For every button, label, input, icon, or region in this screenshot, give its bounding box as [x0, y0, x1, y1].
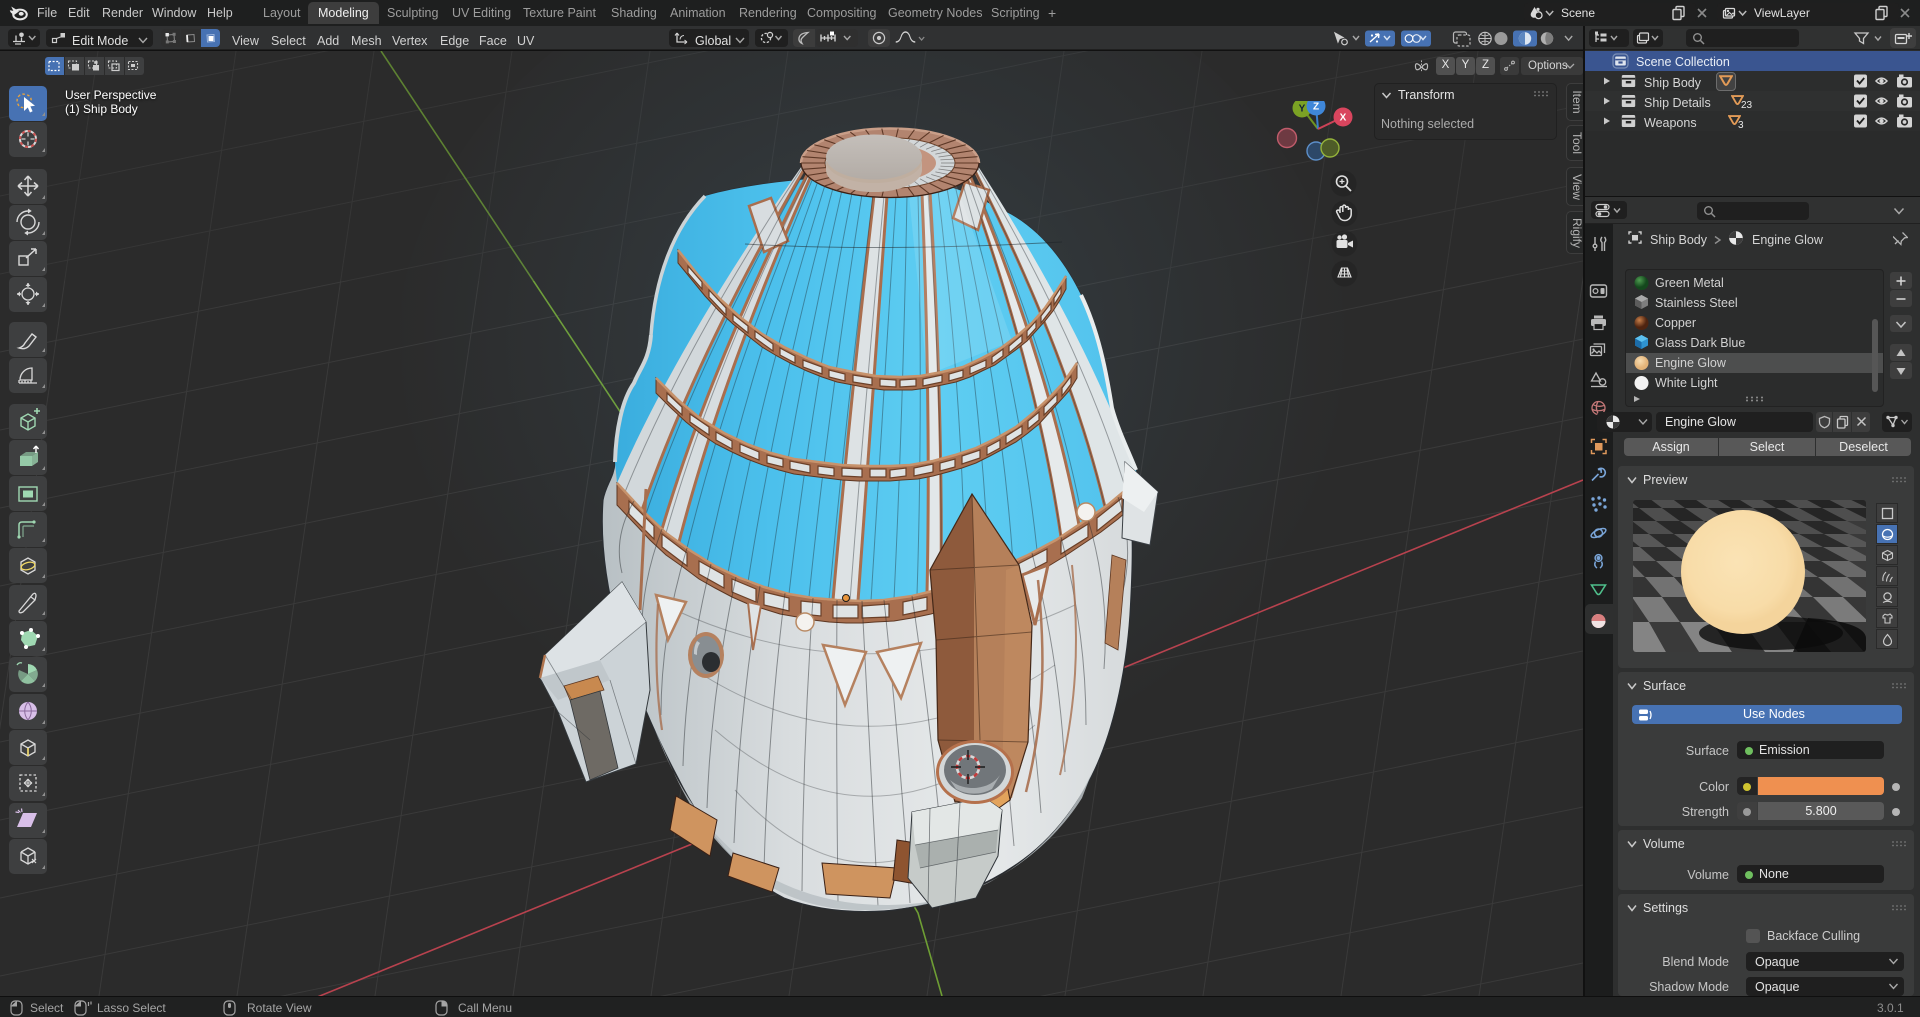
svg-text:Z: Z: [1313, 102, 1319, 113]
svg-text:Y: Y: [1299, 104, 1306, 115]
svg-text:X: X: [1340, 113, 1347, 124]
